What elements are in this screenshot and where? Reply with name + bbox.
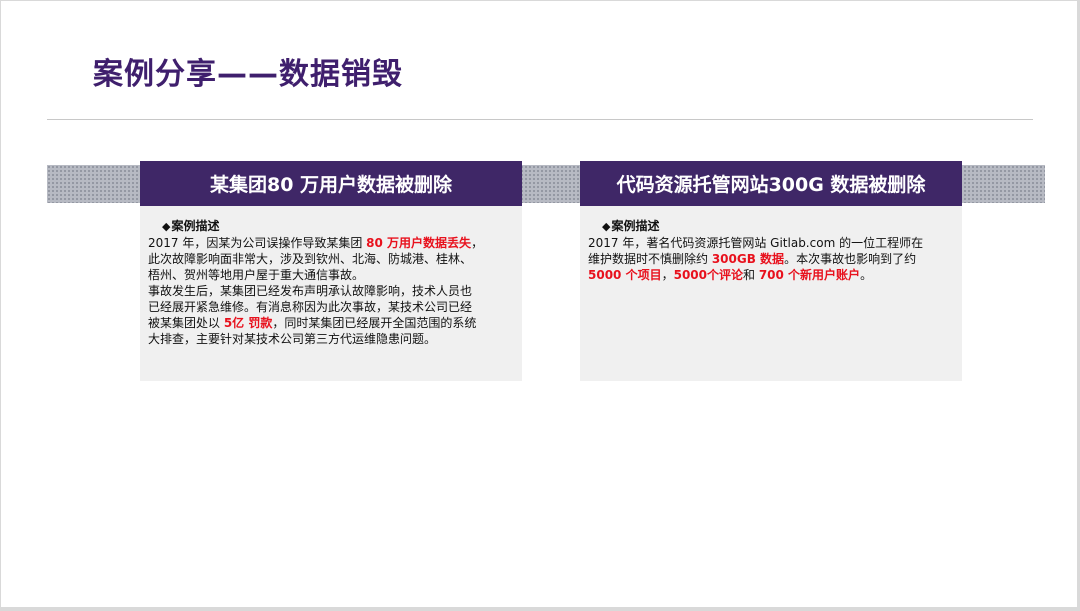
- diamond-bullet-icon: ◆: [602, 220, 611, 233]
- slide-title: 案例分享——数据销毁: [93, 57, 403, 92]
- case-card-1-line-1: 2017 年，因某为公司误操作导致某集团 80 万用户数据丢失，: [148, 236, 484, 250]
- slide: 案例分享——数据销毁 某集团80 万用户数据被删除 ◆案例描述 2017 年，因…: [1, 1, 1077, 607]
- case-card-2-line-1: 2017 年，著名代码资源托管网站 Gitlab.com 的一位工程师在: [588, 236, 924, 250]
- case-card-1-subheading: ◆案例描述: [162, 219, 220, 233]
- case-card-2-header: 代码资源托管网站300G 数据被删除: [580, 161, 962, 206]
- dotted-band-left: [47, 165, 143, 203]
- highlight-text: 5亿 罚款: [223, 316, 273, 330]
- case-card-1-line-6: 被某集团处以 5亿 罚款，同时某集团已经展开全国范围的系统: [148, 316, 477, 330]
- diamond-bullet-icon: ◆: [162, 220, 171, 233]
- case-card-2-line-2: 维护数据时不慎删除约 300GB 数据。本次事故也影响到了约: [588, 252, 917, 266]
- case-card-2: 代码资源托管网站300G 数据被删除 ◆案例描述 2017 年，著名代码资源托管…: [580, 161, 962, 381]
- highlight-text: 5000 个项目: [588, 268, 662, 282]
- dotted-band-right: [959, 165, 1045, 203]
- highlight-text: 300GB 数据: [711, 252, 785, 266]
- case-card-1: 某集团80 万用户数据被删除 ◆案例描述 2017 年，因某为公司误操作导致某集…: [140, 161, 522, 381]
- title-divider: [47, 119, 1033, 120]
- case-card-2-subheading: ◆案例描述: [602, 219, 660, 233]
- highlight-text: 5000个评论: [673, 268, 743, 282]
- case-card-1-line-4: 事故发生后，某集团已经发布声明承认故障影响，技术人员也: [148, 284, 473, 298]
- case-card-1-line-5: 已经展开紧急维修。有消息称因为此次事故，某技术公司已经: [148, 300, 473, 314]
- case-card-2-line-3: 5000 个项目，5000个评论和 700 个新用户账户。: [588, 268, 873, 282]
- case-card-1-body: ◆案例描述 2017 年，因某为公司误操作导致某集团 80 万用户数据丢失， 此…: [140, 206, 522, 347]
- case-card-2-body: ◆案例描述 2017 年，著名代码资源托管网站 Gitlab.com 的一位工程…: [580, 206, 962, 283]
- case-card-1-line-3: 梧州、贺州等地用户屋于重大通信事故。: [148, 268, 365, 282]
- dotted-band-middle: [520, 165, 582, 203]
- case-card-1-header: 某集团80 万用户数据被删除: [140, 161, 522, 206]
- case-card-1-line-7: 大排查，主要针对某技术公司第三方代运维隐患问题。: [148, 332, 437, 346]
- highlight-text: 80 万用户数据丢失: [366, 236, 472, 250]
- highlight-text: 700 个新用户账户: [758, 268, 861, 282]
- case-card-1-line-2: 此次故障影响面非常大，涉及到钦州、北海、防城港、桂林、: [148, 252, 473, 266]
